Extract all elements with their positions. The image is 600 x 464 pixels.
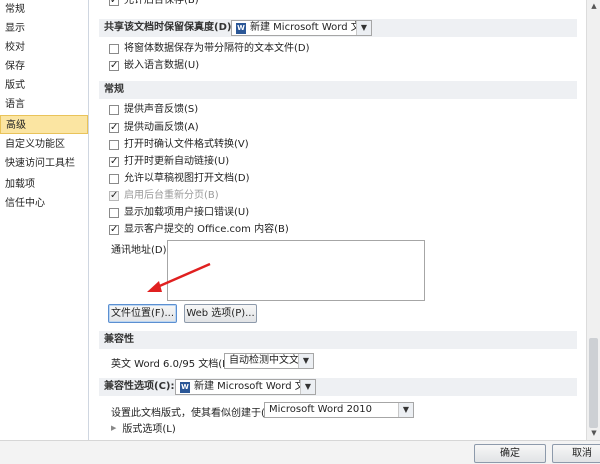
options-sidebar: 常规 显示 校对 保存 版式 语言 高级 自定义功能区 快速访问工具栏 加载项 …	[0, 0, 89, 463]
scroll-down-icon[interactable]: ▼	[587, 427, 600, 440]
sidebar-item-proofing[interactable]: 校对	[0, 38, 88, 57]
ok-button[interactable]: 确定	[474, 444, 546, 463]
advanced-options-panel: 允许后台保存(B) 共享该文档时保留保真度(D): W 新建 Microsoft…	[89, 0, 586, 440]
cancel-button[interactable]: 取消	[552, 444, 600, 463]
dialog-footer: 确定 取消	[0, 440, 600, 464]
sidebar-item-general[interactable]: 常规	[0, 0, 88, 19]
scrollbar-thumb[interactable]	[589, 338, 598, 428]
sidebar-item-advanced[interactable]: 高级	[0, 115, 88, 134]
sidebar-item-addins[interactable]: 加载项	[0, 175, 88, 194]
sidebar-item-display[interactable]: 显示	[0, 19, 88, 38]
vertical-scrollbar[interactable]: ▲ ▼	[586, 0, 600, 440]
sidebar-item-customize-ribbon[interactable]: 自定义功能区	[0, 135, 88, 154]
annotation-arrow	[147, 262, 211, 292]
sidebar-item-trust-center[interactable]: 信任中心	[0, 194, 88, 213]
sidebar-item-typography[interactable]: 版式	[0, 76, 88, 95]
sidebar-item-save[interactable]: 保存	[0, 57, 88, 76]
sidebar-item-quick-access-toolbar[interactable]: 快速访问工具栏	[0, 154, 88, 173]
sidebar-item-language[interactable]: 语言	[0, 95, 88, 114]
scroll-up-icon[interactable]: ▲	[587, 0, 600, 13]
